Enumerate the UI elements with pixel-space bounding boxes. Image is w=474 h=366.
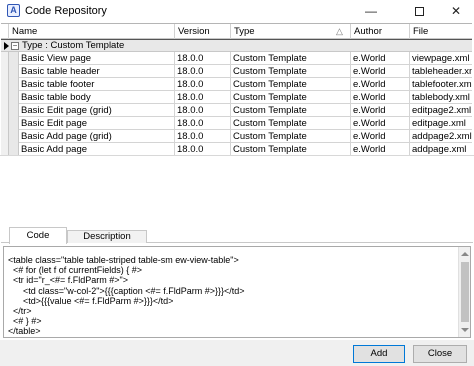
cell-author: e.World <box>351 117 410 130</box>
scroll-up-icon[interactable] <box>461 252 469 256</box>
tab-code[interactable]: Code <box>9 227 67 244</box>
table-row[interactable]: Basic table header 18.0.0 Custom Template e… <box>1 65 472 78</box>
collapse-icon[interactable]: − <box>11 42 19 50</box>
group-indent <box>9 104 19 117</box>
cell-type: Custom Template <box>231 65 351 78</box>
cell-name: Basic table body <box>19 91 175 104</box>
group-row[interactable]: − Type : Custom Template <box>1 39 472 52</box>
cell-type: Custom Template <box>231 52 351 65</box>
cell-name: Basic Edit page <box>19 117 175 130</box>
cell-version: 18.0.0 <box>175 117 231 130</box>
button-bar: Add Close <box>0 340 474 366</box>
cell-version: 18.0.0 <box>175 78 231 91</box>
table-row[interactable]: Basic Edit page (grid) 18.0.0 Custom Templ… <box>1 104 472 117</box>
group-indent <box>9 91 19 104</box>
maximize-button[interactable] <box>403 0 435 22</box>
cell-author: e.World <box>351 130 410 143</box>
group-label: Type : Custom Template <box>22 40 125 51</box>
code-text: <table class="table table-striped table-… <box>8 255 245 337</box>
cell-author: e.World <box>351 78 410 91</box>
detail-tabs: Code Description <box>1 227 473 244</box>
scroll-thumb[interactable] <box>461 262 469 322</box>
group-indent <box>9 130 19 143</box>
maximize-icon <box>414 7 424 17</box>
cell-type: Custom Template <box>231 104 351 117</box>
template-grid: Name Version Type △ Author File − Type :… <box>1 23 472 156</box>
cell-version: 18.0.0 <box>175 130 231 143</box>
cell-version: 18.0.0 <box>175 65 231 78</box>
cell-file: editpage2.xml <box>412 105 472 116</box>
cell-name: Basic View page <box>19 52 175 65</box>
column-header-file[interactable]: File <box>410 24 472 39</box>
row-selector[interactable] <box>1 117 9 130</box>
minimize-button[interactable]: — <box>355 0 387 22</box>
cell-file: tablefooter.xml <box>412 79 472 90</box>
table-row[interactable]: Basic table footer 18.0.0 Custom Template e… <box>1 78 472 91</box>
group-indent <box>9 78 19 91</box>
cell-author: e.World <box>351 52 410 65</box>
table-row[interactable]: Basic Add page (grid) 18.0.0 Custom Templa… <box>1 130 472 143</box>
vertical-scrollbar[interactable] <box>458 247 470 337</box>
table-row[interactable]: Basic Edit page 18.0.0 Custom Template e.Wo… <box>1 117 472 130</box>
scroll-down-icon[interactable] <box>461 328 469 332</box>
cell-name: Basic Edit page (grid) <box>19 104 175 117</box>
column-header-type[interactable]: Type <box>231 24 351 39</box>
table-row[interactable]: Basic View page 18.0.0 Custom Template e.Wo… <box>1 52 472 65</box>
tab-description[interactable]: Description <box>67 230 147 243</box>
column-header-name[interactable]: Name <box>9 24 175 39</box>
row-selector[interactable] <box>1 130 9 143</box>
app-icon: A <box>7 4 20 17</box>
cell-type: Custom Template <box>231 78 351 91</box>
title-bar: A Code Repository — ✕ <box>0 0 474 22</box>
cell-type: Custom Template <box>231 130 351 143</box>
code-editor[interactable]: <table class="table table-striped table-… <box>3 246 471 338</box>
add-button[interactable]: Add <box>353 345 405 363</box>
group-indent <box>9 117 19 130</box>
header-selector-cell <box>1 24 9 39</box>
current-row-indicator-icon <box>4 42 9 50</box>
cell-name: Basic table footer <box>19 78 175 91</box>
cell-author: e.World <box>351 91 410 104</box>
row-selector[interactable] <box>1 104 9 117</box>
cell-file: viewpage.xml <box>412 53 470 64</box>
column-header-version[interactable]: Version <box>175 24 231 39</box>
group-indent <box>9 65 19 78</box>
cell-version: 18.0.0 <box>175 104 231 117</box>
cell-file: tablebody.xml <box>412 92 470 103</box>
cell-author: e.World <box>351 65 410 78</box>
close-window-button[interactable]: ✕ <box>440 0 472 22</box>
cell-file: addpage2.xml <box>412 131 472 142</box>
close-button[interactable]: Close <box>413 345 467 363</box>
cell-file: editpage.xml <box>412 118 466 129</box>
cell-name: Basic table header <box>19 65 175 78</box>
cell-version: 18.0.0 <box>175 52 231 65</box>
splitter[interactable] <box>0 155 474 156</box>
cell-name: Basic Add page (grid) <box>19 130 175 143</box>
column-header-author[interactable]: Author <box>351 24 410 39</box>
group-indent <box>9 52 19 65</box>
cell-author: e.World <box>351 104 410 117</box>
table-row[interactable]: Basic table body 18.0.0 Custom Template e.W… <box>1 91 472 104</box>
cell-type: Custom Template <box>231 91 351 104</box>
row-selector[interactable] <box>1 65 9 78</box>
cell-type: Custom Template <box>231 117 351 130</box>
sort-ascending-icon: △ <box>336 26 343 36</box>
row-selector[interactable] <box>1 78 9 91</box>
grid-header: Name Version Type △ Author File <box>1 24 472 39</box>
cell-file: tableheader.xml <box>412 66 472 77</box>
row-selector[interactable] <box>1 52 9 65</box>
row-selector[interactable] <box>1 91 9 104</box>
cell-version: 18.0.0 <box>175 91 231 104</box>
window-title: Code Repository <box>25 5 107 17</box>
